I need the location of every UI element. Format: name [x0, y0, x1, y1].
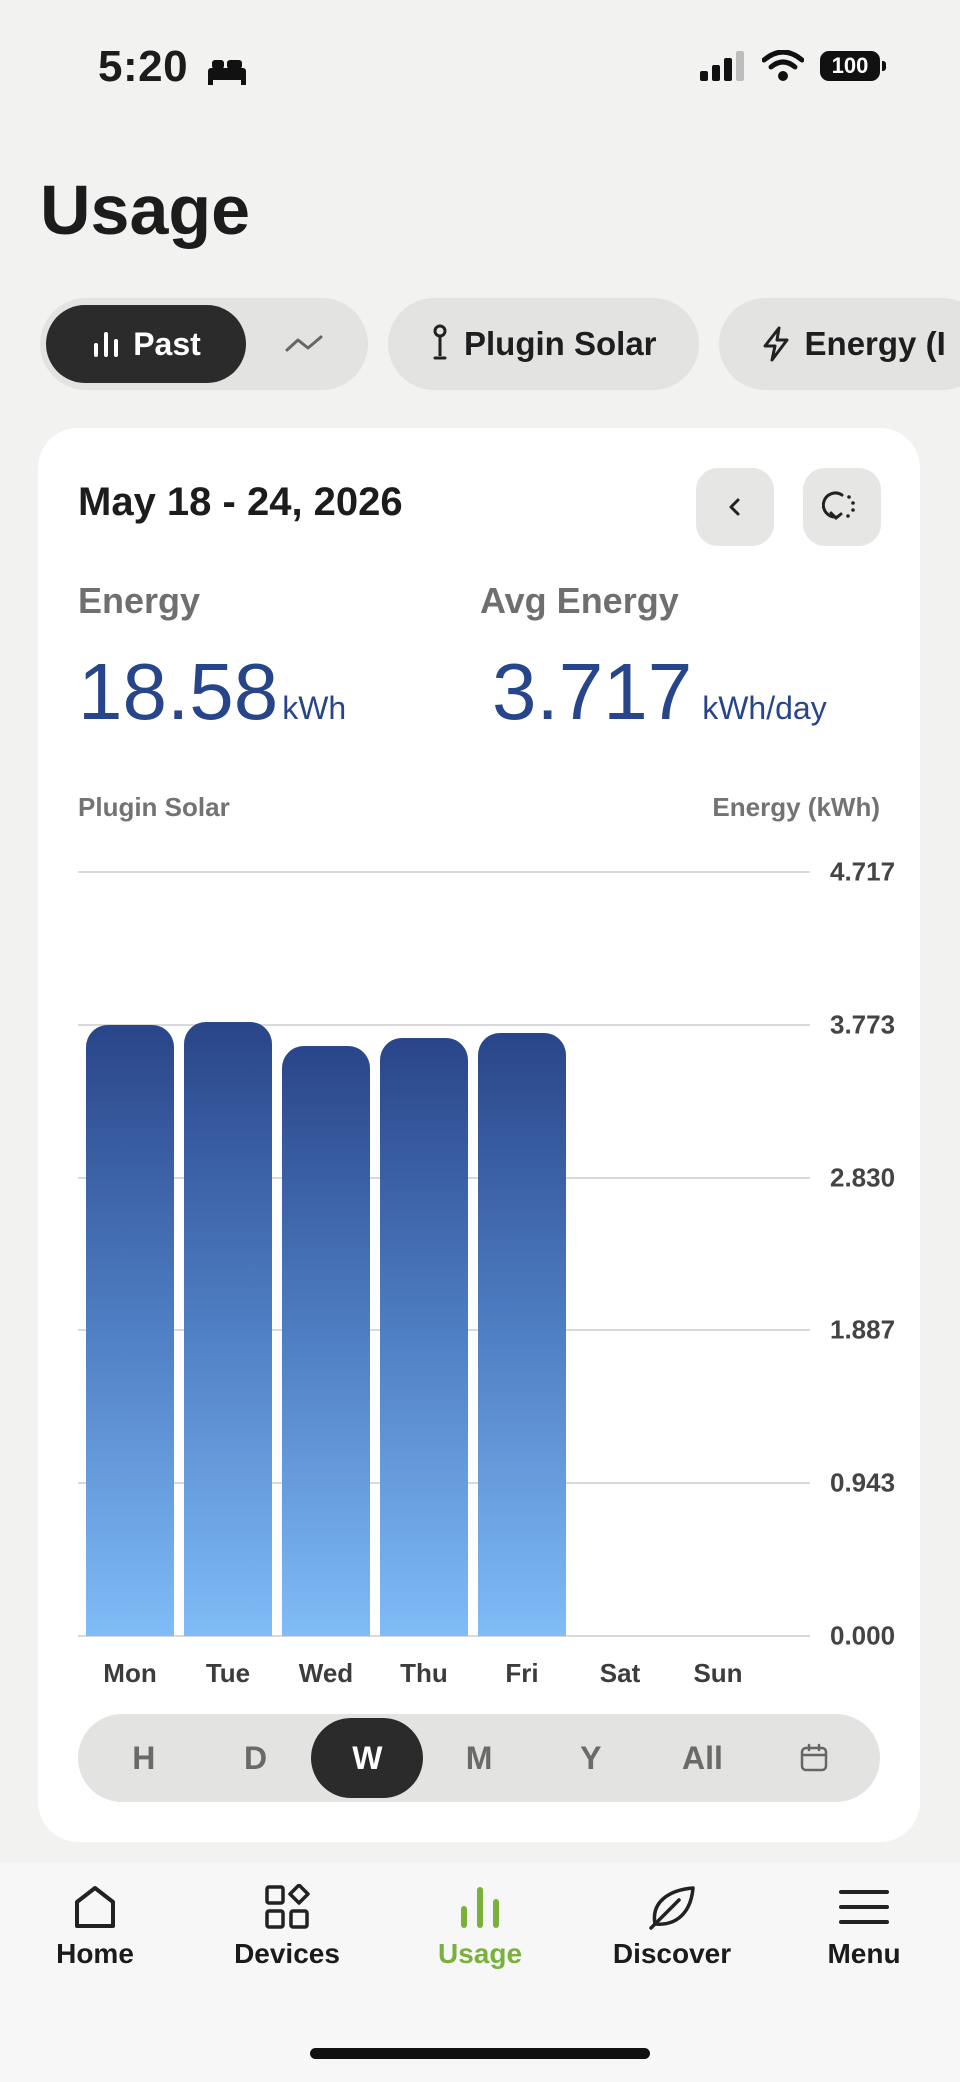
leaf-icon [649, 1886, 695, 1930]
home-indicator [310, 2048, 650, 2059]
y-tick-label: 0.000 [830, 1620, 896, 1651]
x-tick-label: Thu [400, 1658, 448, 1688]
lightning-bolt-icon [763, 326, 789, 362]
x-tick-label: Mon [103, 1658, 157, 1688]
range-option-m[interactable]: M [423, 1718, 535, 1798]
range-option-h[interactable]: H [88, 1718, 200, 1798]
hamburger-menu-icon [839, 1890, 889, 1924]
calendar-icon [800, 1743, 828, 1772]
avg-energy-label: Avg Energy [480, 580, 679, 621]
range-option-y[interactable]: Y [535, 1718, 647, 1798]
date-range-label: May 18 - 24, 2026 [78, 480, 403, 524]
chevron-left-icon [729, 498, 740, 516]
series-label: Plugin Solar [78, 792, 230, 822]
y-axis-label: Energy (kWh) [712, 792, 880, 822]
y-tick-label: 0.943 [830, 1467, 896, 1498]
wifi-icon [762, 50, 804, 81]
y-tick-label: 4.717 [830, 856, 896, 887]
nav-discover-label: Discover [612, 1938, 732, 1969]
x-tick-label: Wed [298, 1658, 354, 1688]
avg-energy: 3.717 kWh/day [492, 646, 827, 738]
home-icon [75, 1886, 115, 1928]
y-tick-label: 1.887 [830, 1314, 896, 1345]
nav-usage[interactable]: Usage [390, 1884, 570, 1970]
energy-unit: kWh [282, 690, 347, 726]
nav-devices-label: Devices [234, 1938, 340, 1969]
energy-total: 18.58 kWh [78, 646, 346, 738]
devices-grid-icon [265, 1884, 310, 1929]
nav-discover[interactable]: Discover [582, 1884, 762, 1970]
reset-history-icon [822, 491, 855, 521]
y-tick-label: 3.773 [830, 1009, 896, 1040]
nav-home[interactable]: Home [5, 1884, 185, 1970]
trend-view-button[interactable] [246, 305, 362, 383]
bar-mon[interactable] [86, 1025, 174, 1636]
bar-tue[interactable] [184, 1022, 272, 1636]
battery-indicator: 100 [820, 51, 886, 81]
x-tick-label: Sat [599, 1658, 641, 1688]
avg-energy-value: 3.717 [492, 647, 693, 736]
grid-line [78, 871, 810, 873]
x-tick-label: Tue [205, 1658, 251, 1688]
page-title: Usage [40, 171, 251, 249]
x-tick-label: Fri [505, 1658, 539, 1688]
bar-fri[interactable] [478, 1033, 566, 1636]
nav-devices[interactable]: Devices [197, 1884, 377, 1970]
status-time: 5:20 [98, 42, 189, 91]
plug-device-icon [433, 324, 447, 360]
range-option-d[interactable]: D [200, 1718, 312, 1798]
grid-line [78, 1023, 810, 1026]
energy-value: 18.58 [78, 647, 279, 736]
bar-wed[interactable] [282, 1046, 370, 1636]
line-trend-icon [285, 335, 323, 352]
avg-energy-unit: kWh/day [702, 690, 827, 726]
nav-menu[interactable]: Menu [774, 1884, 954, 1970]
calendar-button[interactable] [758, 1718, 870, 1798]
range-option-w[interactable]: W [311, 1718, 424, 1798]
filter-chip-row: Past Plugin Solar Energy (I [40, 298, 960, 390]
view-mode-toggle: Past [40, 298, 368, 390]
nav-home-label: Home [56, 1938, 134, 1969]
bar-chart-icon [94, 332, 119, 357]
bar-thu[interactable] [380, 1038, 468, 1636]
energy-chip-label: Energy (I [804, 325, 946, 362]
nav-menu-label: Menu [827, 1938, 901, 1969]
cellular-signal-icon [700, 51, 744, 81]
sleep-bed-icon [208, 60, 246, 85]
y-tick-label: 2.830 [830, 1162, 896, 1193]
energy-chip[interactable]: Energy (I [718, 298, 960, 390]
usage-card: May 18 - 24, 2026 Energy 18.58 kWh Avg En… [38, 428, 920, 1842]
plugin-solar-chip[interactable]: Plugin Solar [388, 298, 699, 390]
usage-bars-icon [461, 1887, 499, 1928]
past-view-button[interactable]: Past [46, 305, 246, 383]
reset-period-button[interactable] [803, 468, 881, 546]
past-label: Past [133, 325, 201, 362]
status-indicators: 100 [700, 50, 886, 82]
range-option-all[interactable]: All [647, 1718, 759, 1798]
time-range-selector: H D W M Y All [78, 1714, 880, 1802]
plugin-solar-label: Plugin Solar [464, 325, 657, 362]
energy-label: Energy [78, 580, 201, 621]
previous-period-button[interactable] [696, 468, 774, 546]
nav-usage-label: Usage [437, 1938, 523, 1969]
x-tick-label: Sun [693, 1658, 743, 1688]
energy-bar-chart: 4.717 3.773 2.830 1.887 0.943 0.000 Mon Tue Wed T… [78, 856, 895, 1688]
